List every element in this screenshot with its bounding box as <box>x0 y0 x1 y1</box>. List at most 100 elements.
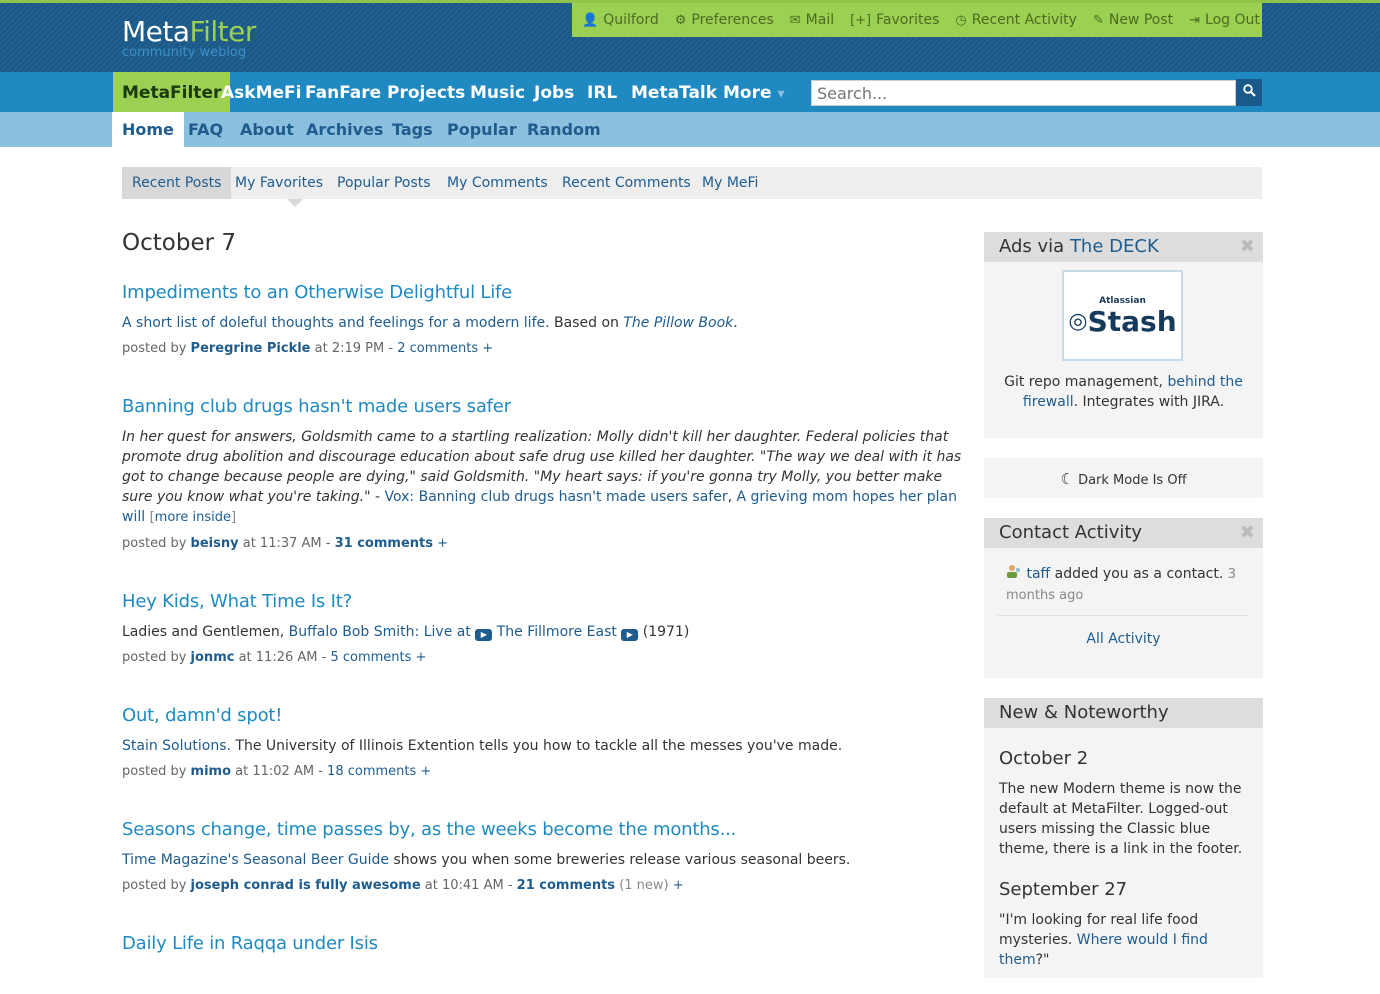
post-link[interactable]: The Fillmore East <box>497 624 617 640</box>
main-nav-music[interactable]: Music <box>470 72 525 112</box>
post-link[interactable]: The Pillow Book <box>623 315 733 331</box>
separator: - <box>384 341 398 356</box>
mail-icon: ✉ <box>789 12 801 28</box>
post-meta: posted by beisny at 11:37 AM - 31 commen… <box>122 536 967 551</box>
post-meta: posted by joseph conrad is fully awesome… <box>122 878 967 893</box>
main-nav-irl[interactable]: IRL <box>587 72 617 112</box>
user-nav-favorites[interactable]: [+] Favorites <box>850 12 939 28</box>
sub-nav-popular[interactable]: Popular <box>447 112 517 147</box>
separator: - <box>317 650 331 665</box>
post-title[interactable]: Impediments to an Otherwise Delightful L… <box>122 282 967 303</box>
post-title[interactable]: Daily Life in Raqqa under Isis <box>122 933 967 954</box>
noteworthy-date: September 27 <box>999 879 1128 900</box>
add-favorite-button[interactable]: + <box>669 878 684 893</box>
user-nav-recent-activity[interactable]: ◷ Recent Activity <box>955 12 1077 28</box>
post-time: at 11:02 AM <box>235 764 315 779</box>
post-link[interactable]: Vox: Banning club drugs hasn't made user… <box>385 489 728 505</box>
search-icon <box>1242 84 1256 101</box>
search-button[interactable] <box>1236 79 1262 106</box>
post-link[interactable]: Stain Solutions. <box>122 738 231 754</box>
post-text: Ladies and Gentlemen, <box>122 624 289 640</box>
tab-recent-posts[interactable]: Recent Posts <box>122 167 232 199</box>
post: Out, damn'd spot! Stain Solutions. The U… <box>122 705 967 779</box>
user-nav-preferences[interactable]: ⚙ Preferences <box>675 12 774 28</box>
sub-nav-random[interactable]: Random <box>527 112 601 147</box>
post-author[interactable]: mimo <box>191 764 231 779</box>
moon-icon: ☾ <box>1060 470 1074 488</box>
posted-by-label: posted by <box>122 878 191 893</box>
main-nav-metatalk[interactable]: MetaTalk <box>631 72 717 112</box>
contact-user[interactable]: taff <box>1026 566 1050 582</box>
main-nav-jobs[interactable]: Jobs <box>534 72 574 112</box>
post: Impediments to an Otherwise Delightful L… <box>122 282 967 356</box>
contact-activity-header: Contact Activity ✖ <box>984 518 1263 548</box>
sub-nav-tags[interactable]: Tags <box>392 112 433 147</box>
post-comments[interactable]: 31 comments <box>335 536 433 551</box>
close-icon[interactable]: ✖ <box>1240 232 1255 262</box>
tab-recent-comments[interactable]: Recent Comments <box>562 167 691 199</box>
tab-my-favorites[interactable]: My Favorites <box>235 167 323 199</box>
add-favorite-button[interactable]: + <box>416 764 431 779</box>
chevron-down-icon: ▾ <box>777 86 785 102</box>
add-favorite-button[interactable]: + <box>478 341 493 356</box>
video-icon: ▶ <box>475 629 493 641</box>
close-icon[interactable]: ✖ <box>1240 518 1255 548</box>
sub-nav-archives[interactable]: Archives <box>306 112 383 147</box>
post-comments[interactable]: 2 comments <box>397 341 478 356</box>
post-title[interactable]: Seasons change, time passes by, as the w… <box>122 819 967 840</box>
post-list: October 7 Impediments to an Otherwise De… <box>122 230 967 994</box>
site-header: MetaFilter community weblog 👤 Quilford ⚙ P… <box>0 0 1380 72</box>
tab-my-mefi[interactable]: My MeFi <box>702 167 758 199</box>
main-nav-projects[interactable]: Projects <box>387 72 465 112</box>
post-time: at 2:19 PM <box>314 341 385 356</box>
search-input[interactable] <box>811 80 1236 106</box>
post-title[interactable]: Out, damn'd spot! <box>122 705 967 726</box>
user-nav-log-out[interactable]: ⇥ Log Out <box>1189 12 1260 28</box>
post-comments[interactable]: 18 comments <box>327 764 416 779</box>
sub-nav-home[interactable]: Home <box>112 112 184 147</box>
post-title[interactable]: Banning club drugs hasn't made users saf… <box>122 396 967 417</box>
post-author[interactable]: beisny <box>191 536 239 551</box>
post-link[interactable]: Buffalo Bob Smith: Live at <box>289 624 471 640</box>
main-nav-more[interactable]: More ▾ <box>723 72 784 112</box>
post-author[interactable]: joseph conrad is fully awesome <box>191 878 421 893</box>
date-heading: October 7 <box>122 230 236 256</box>
user-nav-new-post[interactable]: ✎ New Post <box>1093 12 1173 28</box>
ad-product: ◎Stash <box>1064 305 1181 338</box>
main-nav-metafilter[interactable]: MetaFilter <box>113 72 231 112</box>
post-meta: posted by mimo at 11:02 AM - 18 comments… <box>122 764 967 779</box>
post-title[interactable]: Hey Kids, What Time Is It? <box>122 591 967 612</box>
post-comments[interactable]: 21 comments <box>517 878 615 893</box>
user-nav-profile[interactable]: 👤 Quilford <box>582 12 659 28</box>
add-favorite-button[interactable]: + <box>411 650 427 665</box>
post-link[interactable]: Time Magazine's Seasonal Beer Guide <box>122 852 389 868</box>
site-logo[interactable]: MetaFilter community weblog <box>122 15 256 60</box>
user-nav-mail[interactable]: ✉ Mail <box>790 12 834 28</box>
ad-image[interactable]: Atlassian ◎Stash <box>1062 270 1183 361</box>
tab-my-comments[interactable]: My Comments <box>447 167 548 199</box>
post-author[interactable]: Peregrine Pickle <box>191 341 311 356</box>
posted-by-label: posted by <box>122 650 191 665</box>
post-link[interactable]: A short list of doleful thoughts and fee… <box>122 315 550 331</box>
post-time: at 10:41 AM <box>424 878 504 893</box>
post-author[interactable]: jonmc <box>191 650 235 665</box>
sub-nav-faq[interactable]: FAQ <box>188 112 223 147</box>
contact-icon <box>1006 565 1026 582</box>
posted-by-label: posted by <box>122 341 191 356</box>
dark-mode-label: Dark Mode Is Off <box>1078 473 1187 488</box>
add-favorite-button[interactable]: + <box>433 536 448 551</box>
post-meta: posted by Peregrine Pickle at 2:19 PM - … <box>122 341 967 356</box>
post-text: The University of Illinois Extention tel… <box>230 738 843 754</box>
tab-popular-posts[interactable]: Popular Posts <box>337 167 431 199</box>
more-inside-link[interactable]: more inside <box>155 510 231 525</box>
the-deck-link[interactable]: The DECK <box>1070 236 1159 257</box>
post-comments[interactable]: 5 comments <box>330 650 411 665</box>
all-activity-link[interactable]: All Activity <box>984 631 1263 647</box>
favorites-icon: [+] <box>850 12 872 28</box>
main-nav-askmefi[interactable]: AskMeFi <box>221 72 301 112</box>
dark-mode-toggle[interactable]: ☾ Dark Mode Is Off <box>984 458 1263 498</box>
ad-text-part: Git repo management, <box>1004 374 1168 390</box>
sub-nav-about[interactable]: About <box>240 112 294 147</box>
main-nav-fanfare[interactable]: FanFare <box>305 72 381 112</box>
pencil-icon: ✎ <box>1092 12 1104 28</box>
